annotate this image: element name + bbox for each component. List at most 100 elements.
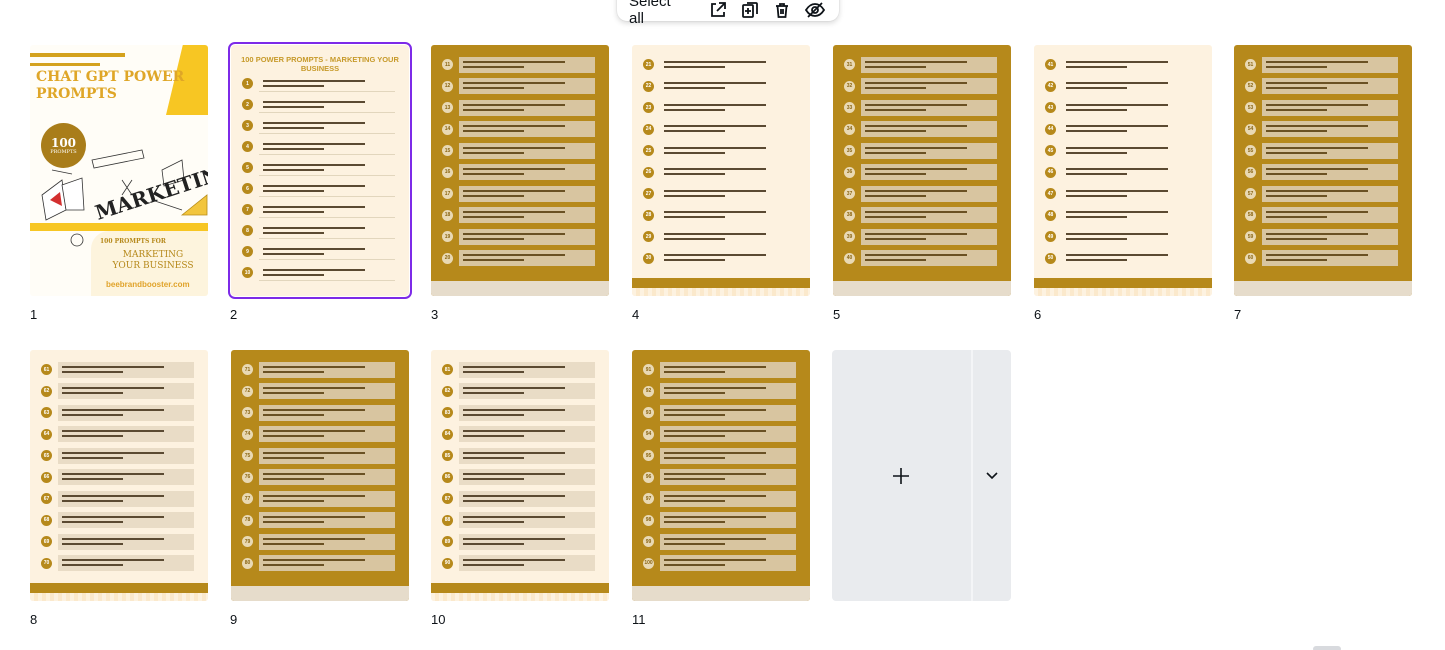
thumbnail-footer-band [1234,281,1412,296]
thumbnail-question-row: 68 [41,512,194,529]
question-number-circle: 77 [242,493,253,504]
page-thumbnail-7[interactable]: 51 52 53 54 55 56 57 58 59 60 [1234,45,1412,296]
question-text-block [1062,100,1198,116]
question-text-block [1262,99,1398,116]
question-number-circle: 93 [643,407,654,418]
thumbnail-question-row: 89 [442,533,595,550]
question-text-block [459,228,595,245]
thumbnail-question-row: 60 [1245,250,1398,267]
page-thumbnail-8[interactable]: 61 62 63 64 65 66 67 68 69 70 [30,350,208,601]
question-text-block [459,469,595,485]
question-number-circle: 48 [1045,209,1056,221]
select-all-button[interactable]: Select all [629,0,685,27]
chevron-down-icon[interactable] [984,467,1000,483]
question-number-circle: 92 [643,385,654,397]
thumbnail-footer-band [632,586,810,601]
hide-icon[interactable] [799,0,831,19]
question-text-block [259,512,395,528]
question-number-circle: 100 [643,557,654,569]
question-text-block [660,207,796,223]
page-thumbnail-1[interactable]: CHAT GPT POWER PROMPTS 100 PROMPTS MARKE… [30,45,208,296]
question-number-circle: 79 [242,536,253,547]
page-thumbnail-9[interactable]: 71 72 73 74 75 76 77 78 79 80 [231,350,409,601]
thumbnail-question-row: 78 [242,512,395,529]
question-number-circle: 87 [442,493,453,504]
thumbnail-question-row: 33 [844,99,997,116]
question-number-circle: 85 [442,450,453,461]
question-text-block [861,228,997,245]
question-text-block [861,78,997,94]
question-text-block [1062,229,1198,245]
page-number-6: 6 [1034,307,1042,322]
page-thumbnail-6[interactable]: 41 42 43 44 45 46 47 48 49 50 [1034,45,1212,296]
plus-icon[interactable] [890,465,912,487]
question-text-block [660,469,796,485]
thumbnail-question-row: 5 [242,159,395,176]
page-thumbnail-4[interactable]: 21 22 23 24 25 26 27 28 29 30 [632,45,810,296]
cover-title: CHAT GPT POWER PROMPTS [36,69,185,102]
scrollbar-handle[interactable] [1313,646,1341,650]
question-text-block [259,244,395,260]
question-number-circle: 62 [41,385,52,397]
question-number-circle: 36 [844,166,855,178]
question-number-circle: 80 [242,557,253,569]
thumbnail-question-row: 92 [643,383,796,400]
page-number-10: 10 [431,612,446,627]
question-text-block [861,164,997,180]
question-number-circle: 26 [643,166,654,178]
add-page-icon[interactable] [734,0,766,19]
page-thumbnail-2[interactable]: 100 POWER PROMPTS - MARKETING YOUR BUSIN… [228,42,412,299]
question-number-circle: 56 [1245,166,1256,178]
thumbnail-question-row: 35 [844,142,997,159]
question-text-block [1062,186,1198,202]
question-number-circle: 59 [1245,231,1256,242]
question-text-block [660,143,796,159]
question-number-circle: 78 [242,514,253,526]
question-text-block [259,97,395,113]
thumbnail-question-row: 9 [242,243,395,260]
question-text-block [259,265,395,281]
thumbnail-question-row: 16 [442,164,595,181]
question-text-block [259,118,395,134]
page-thumbnail-3[interactable]: 11 12 13 14 15 16 17 18 19 20 [431,45,609,296]
thumbnail-question-row: 19 [442,228,595,245]
thumbnail-question-row: 18 [442,207,595,224]
question-text-block [58,426,194,442]
question-number-circle: 67 [41,493,52,504]
add-page-button[interactable] [832,350,1011,601]
question-number-circle: 42 [1045,80,1056,92]
thumbnail-question-row: 24 [643,121,796,138]
question-text-block [861,207,997,223]
question-text-block [259,160,395,176]
question-text-block [459,383,595,399]
thumbnail-question-row: 73 [242,404,395,421]
page-thumbnail-5[interactable]: 31 32 33 34 35 36 37 38 39 40 [833,45,1011,296]
thumbnail-question-row: 11 [442,56,595,73]
question-number-circle: 70 [41,557,52,569]
question-text-block [861,56,997,73]
thumbnail-question-row: 87 [442,490,595,507]
question-number-circle: 35 [844,145,855,156]
page-thumbnail-11[interactable]: 91 92 93 94 95 96 97 98 99 100 [632,350,810,601]
question-number-circle: 31 [844,59,855,70]
share-page-icon[interactable] [701,0,733,19]
question-text-block [1262,142,1398,159]
question-number-circle: 17 [442,188,453,199]
question-text-block [660,447,796,464]
thumbnail-question-row: 31 [844,56,997,73]
thumbnail-footer-band [431,583,609,601]
trash-icon[interactable] [766,0,798,19]
question-number-circle: 43 [1045,102,1056,113]
cover-website: beebrandbooster.com [106,280,190,289]
question-text-block [58,361,194,378]
question-number-circle: 9 [242,246,253,257]
page-thumbnail-10[interactable]: 81 82 83 84 85 86 87 88 89 90 [431,350,609,601]
question-text-block [459,404,595,421]
question-text-block [459,121,595,137]
thumbnail-question-row: 7 [242,201,395,218]
question-text-block [259,426,395,442]
thumbnail-question-row: 42 [1045,78,1198,95]
question-text-block [459,555,595,571]
thumbnail-question-row: 30 [643,250,796,267]
thumbnail-footer-band [30,583,208,601]
